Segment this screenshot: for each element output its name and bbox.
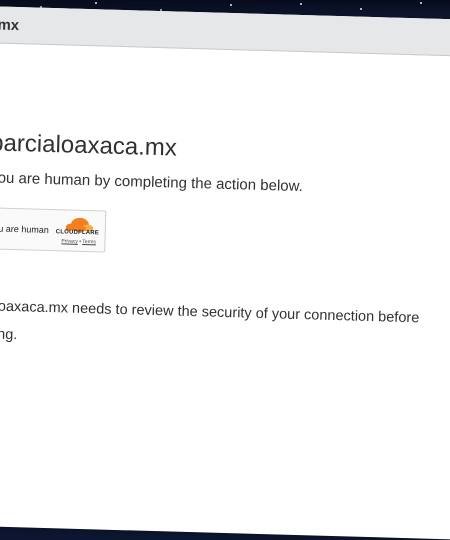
verify-human-label[interactable]: you are human bbox=[0, 223, 49, 235]
cloudflare-challenge-widget[interactable]: you are human CLOUDFLARE Privacy • Terms bbox=[0, 206, 107, 253]
security-message: aloaxaca.mx needs to review the security… bbox=[0, 292, 450, 361]
page-title: parcialoaxaca.mx bbox=[0, 129, 178, 162]
star bbox=[420, 2, 422, 4]
cloudflare-logo-icon bbox=[65, 217, 93, 232]
terms-link[interactable]: Terms bbox=[82, 239, 96, 245]
links-separator: • bbox=[79, 238, 82, 245]
page-subtitle: you are human by completing the action b… bbox=[0, 169, 304, 196]
privacy-link[interactable]: Privacy bbox=[61, 238, 78, 244]
star bbox=[300, 3, 302, 5]
star bbox=[360, 8, 362, 10]
star bbox=[230, 4, 232, 6]
cloudflare-links: Privacy • Terms bbox=[61, 238, 96, 245]
star bbox=[95, 2, 97, 4]
cloudflare-wordmark: CLOUDFLARE bbox=[55, 229, 100, 237]
tab-title[interactable]: mx bbox=[0, 16, 19, 34]
browser-window: mx parcialoaxaca.mx you are human by com… bbox=[0, 6, 450, 540]
